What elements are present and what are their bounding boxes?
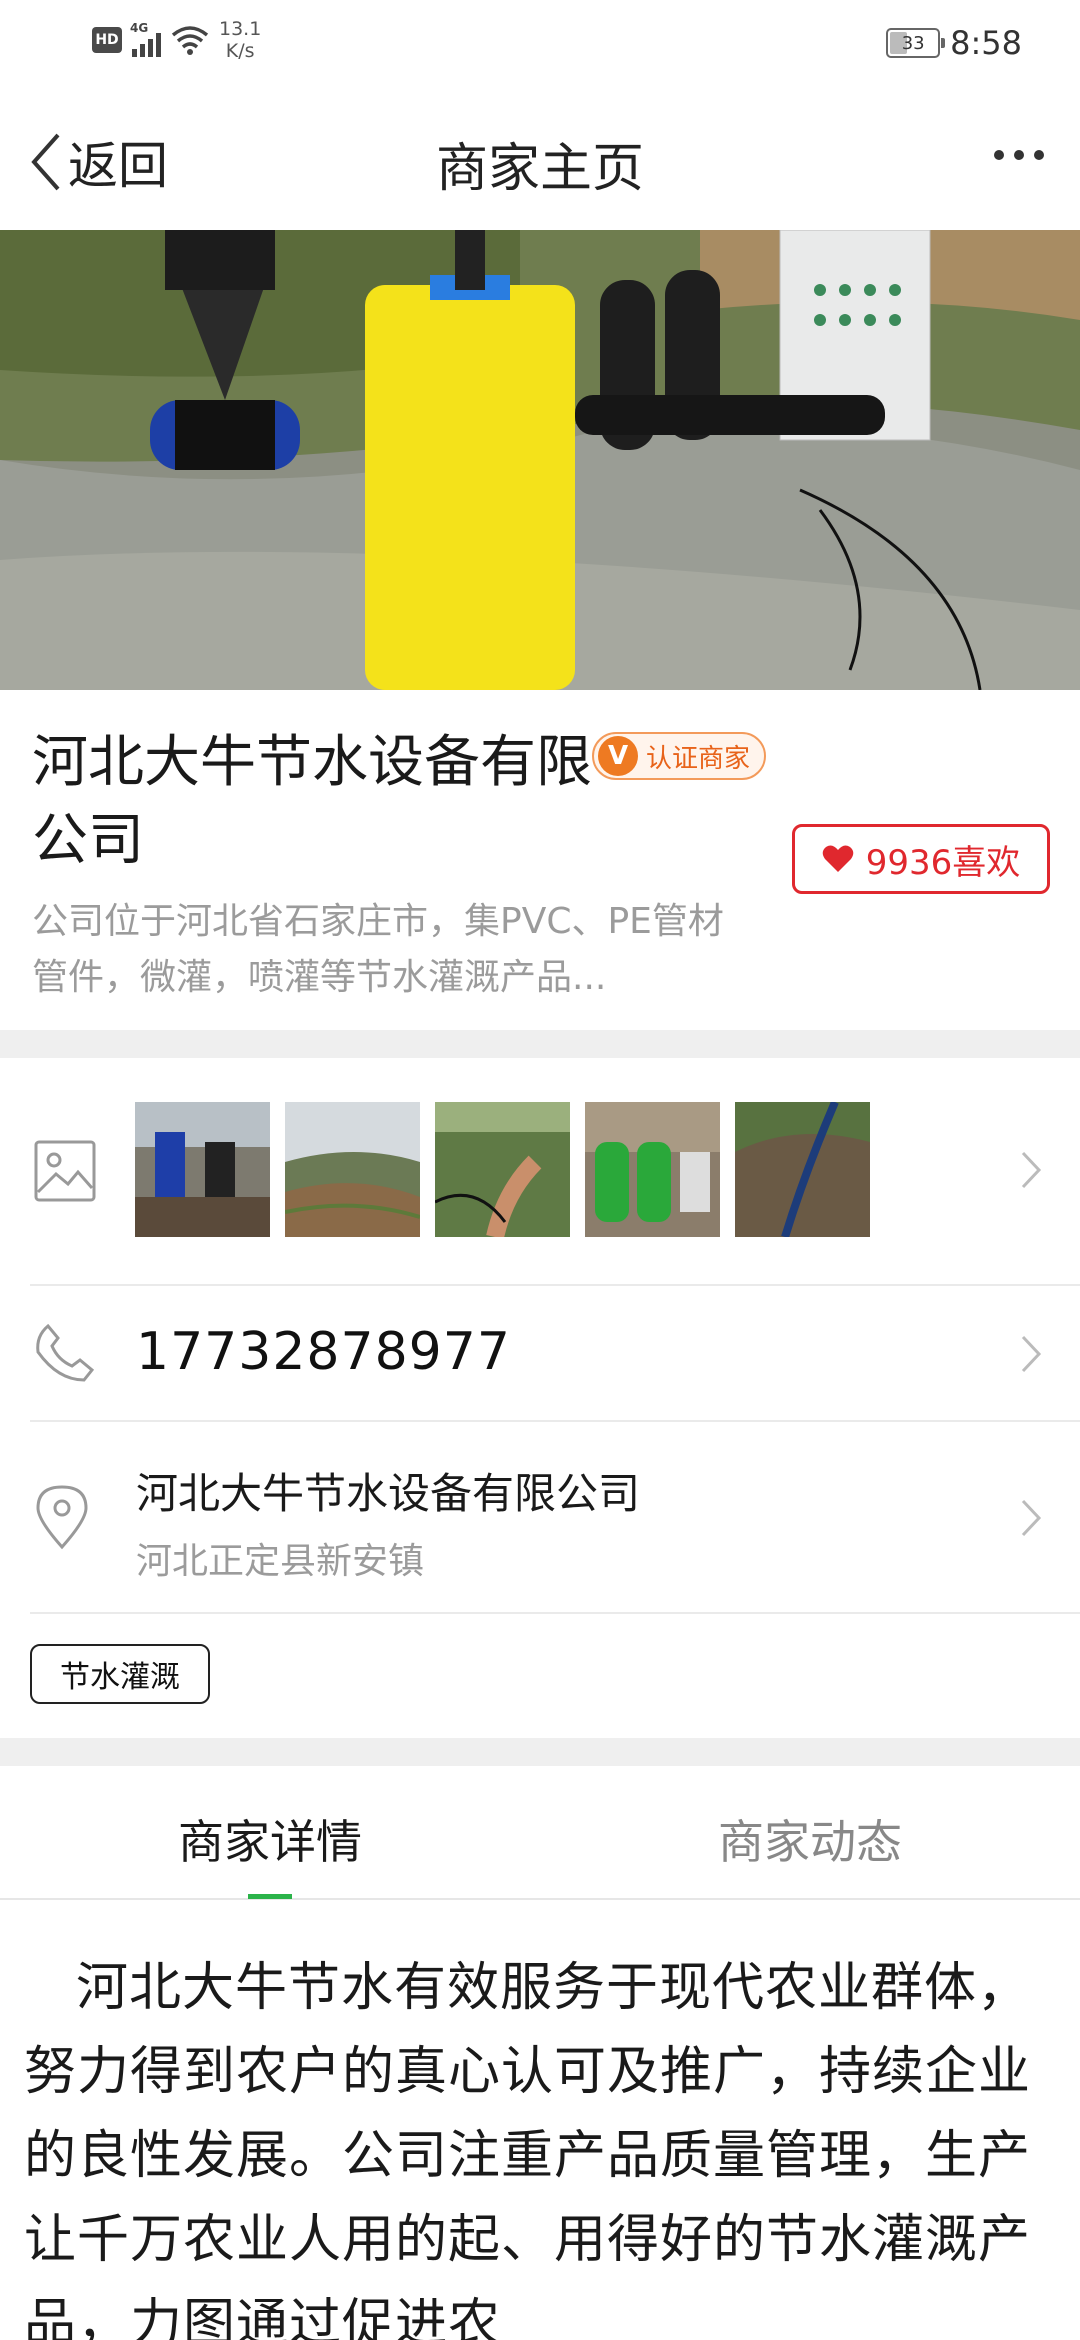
verified-v-icon: V (598, 736, 638, 776)
more-options-icon[interactable] (994, 150, 1044, 160)
tag-row: 节水灌溉 (0, 1614, 1080, 1738)
section-divider (0, 1030, 1080, 1058)
address-row[interactable]: 河北大牛节水设备有限公司 河北正定县新安镇 (0, 1422, 1080, 1612)
battery-icon: 33 (886, 28, 946, 58)
image-icon (34, 1140, 96, 1202)
tab-merchant-details[interactable]: 商家详情 (0, 1806, 540, 1872)
network-speed: 13.1 K/s (219, 18, 262, 62)
chevron-right-icon (1021, 1499, 1042, 1537)
clock: 8:58 (950, 24, 1022, 62)
hd-icon: HD (92, 27, 122, 53)
location-pin-icon (36, 1485, 88, 1550)
network-type: 4G (130, 21, 149, 35)
verified-label: 认证商家 (646, 743, 751, 774)
photo-thumbnail[interactable] (735, 1102, 870, 1237)
verified-merchant-badge: V 认证商家 (592, 732, 767, 780)
section-divider (0, 1738, 1080, 1766)
like-button[interactable]: 9936喜欢 (792, 824, 1050, 894)
photo-thumbnails (135, 1102, 870, 1237)
merchant-info: 河北大牛节水设备有限公司 V 认证商家 9936喜欢 公司位于河北省石家庄市，集… (0, 690, 1080, 1030)
merchant-cover-image[interactable] (0, 230, 1080, 690)
status-bar: HD 4G 13.1 K/s 33 8:58 (0, 0, 1080, 86)
photo-thumbnail[interactable] (585, 1102, 720, 1237)
phone-icon (36, 1323, 95, 1382)
status-left: HD 4G 13.1 K/s (92, 18, 261, 62)
wifi-icon (171, 26, 209, 55)
company-name: 河北大牛节水设备有限公司 (32, 730, 592, 873)
signal-icon: 4G (130, 21, 161, 57)
tab-bar: 商家详情 商家动态 (0, 1766, 1080, 1900)
status-right: 33 8:58 (886, 24, 1022, 62)
like-count: 9936喜欢 (865, 842, 1021, 883)
gallery-row[interactable] (0, 1058, 1080, 1284)
photo-thumbnail[interactable] (435, 1102, 570, 1237)
phone-number[interactable]: 17732878977 (136, 1322, 511, 1382)
merchant-detail-text: 河北大牛节水有效服务于现代农业群体，努力得到农户的真心认可及推广，持续企业的良性… (24, 1958, 1032, 2340)
photo-thumbnail[interactable] (285, 1102, 420, 1237)
photo-thumbnail[interactable] (135, 1102, 270, 1237)
category-tag[interactable]: 节水灌溉 (30, 1644, 210, 1704)
heart-icon (822, 845, 854, 872)
chevron-right-icon (1021, 1151, 1042, 1189)
chevron-right-icon (1021, 1335, 1042, 1373)
nav-bar: 返回 商家主页 (0, 86, 1080, 230)
page-title: 商家主页 (435, 139, 644, 199)
phone-row[interactable]: 17732878977 (0, 1286, 1080, 1420)
active-tab-indicator (248, 1894, 292, 1899)
address-name: 河北大牛节水设备有限公司 (136, 1469, 641, 1518)
tab-merchant-updates[interactable]: 商家动态 (540, 1806, 1080, 1872)
address-detail: 河北正定县新安镇 (136, 1541, 425, 1582)
company-description[interactable]: 公司位于河北省石家庄市，集PVC、PE管材管件，微灌，喷灌等节水灌溉产品... (32, 894, 752, 1006)
